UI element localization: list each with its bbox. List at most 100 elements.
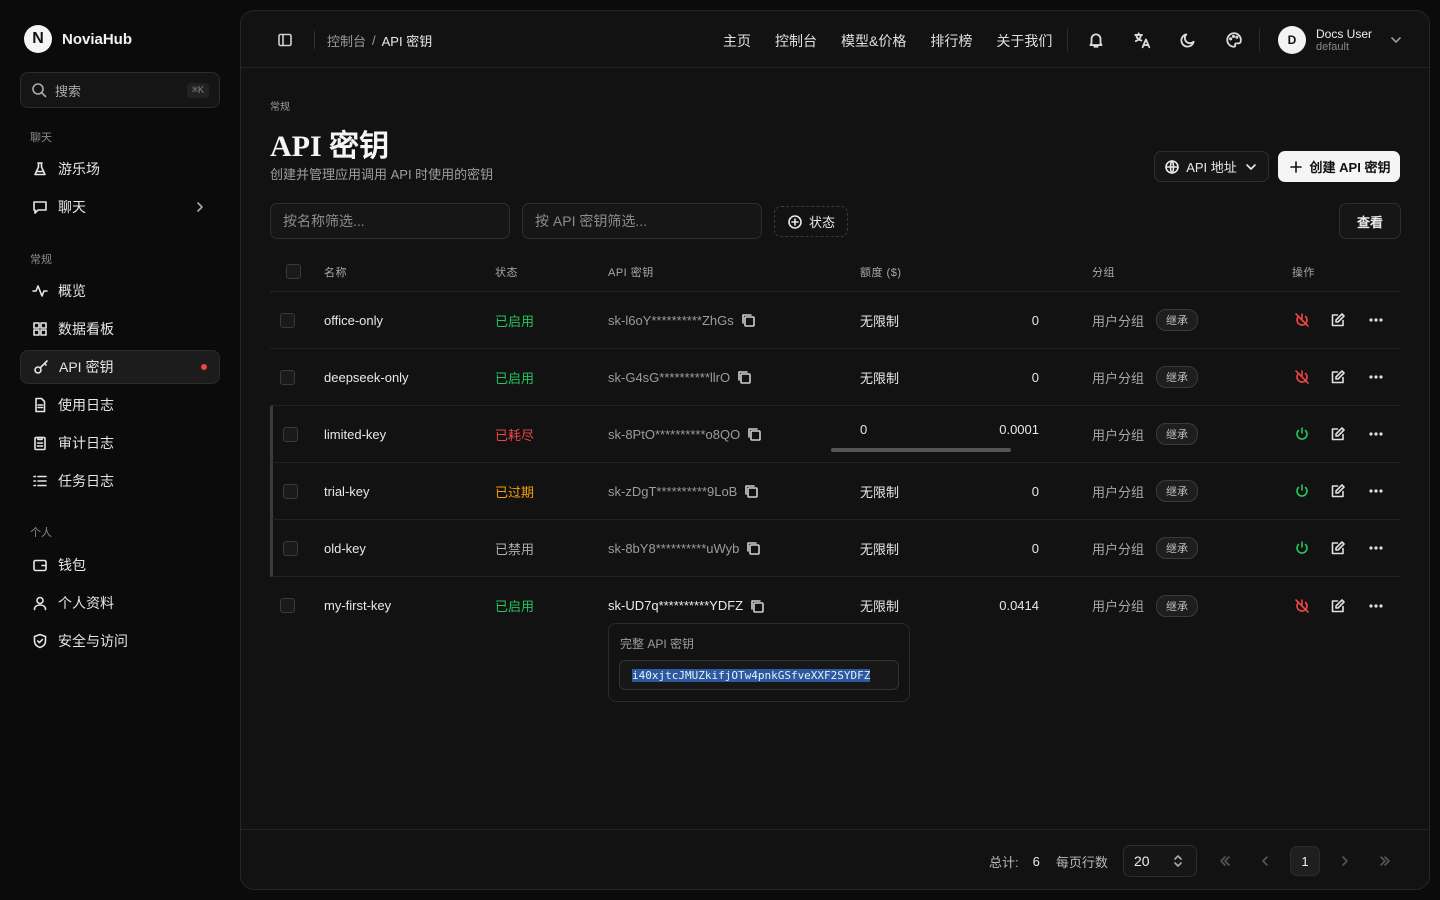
prev-page-button[interactable] [1250,846,1280,876]
sidebar-item-label: 个人资料 [58,595,114,611]
api-address-button[interactable]: API 地址 [1154,151,1269,182]
sidebar-toggle-icon[interactable] [277,32,293,48]
topnav-leaderboard[interactable]: 排行榜 [930,31,972,51]
row-checkbox[interactable] [283,540,298,556]
header-status[interactable]: 状态 [495,252,518,291]
sidebar-item-playground[interactable]: 游乐场 [20,152,220,186]
api-key-masked[interactable]: sk-8bY8**********uWyb [608,541,739,556]
edit-button[interactable] [1330,292,1346,348]
row-checkbox[interactable] [280,598,295,613]
inherit-badge: 继承 [1156,480,1199,502]
search-input[interactable]: 搜索 ⌘K [20,72,220,108]
user-menu[interactable]: D Docs User default [1278,26,1404,54]
translate-icon[interactable] [1133,31,1151,49]
group-label: 用户分组 [1092,484,1145,500]
sidebar-item-audit-logs[interactable]: 审计日志 [20,426,220,460]
brand[interactable]: N NoviaHub [24,25,132,53]
api-key-masked[interactable]: sk-G4sG**********llrO [608,370,730,385]
status-badge: 已耗尽 [495,427,535,443]
next-page-button[interactable] [1330,846,1360,876]
select-all-checkbox[interactable] [286,264,301,279]
user-role: default [1316,41,1350,53]
sidebar-item-wallet[interactable]: 钱包 [20,548,220,582]
enable-button[interactable] [1294,463,1310,519]
more-button[interactable] [1368,463,1384,519]
disable-button[interactable] [1294,577,1310,634]
palette-icon[interactable] [1225,31,1243,49]
view-button[interactable]: 查看 [1339,203,1401,239]
key-name: trial-key [324,483,370,499]
topnav-console[interactable]: 控制台 [775,31,817,51]
sidebar-item-overview[interactable]: 概览 [20,274,220,308]
enable-button[interactable] [1294,520,1310,576]
header-group: 分组 [1092,266,1115,279]
more-button[interactable] [1368,577,1384,634]
copy-icon[interactable] [743,483,759,499]
power-off-icon [1294,312,1310,328]
row-checkbox[interactable] [280,369,295,385]
topnav-home[interactable]: 主页 [723,31,751,51]
row-checkbox[interactable] [283,483,298,499]
rows-per-page-select[interactable]: 20 [1123,845,1197,877]
header-quota[interactable]: 额度 ($) [860,252,902,291]
enable-button[interactable] [1294,406,1310,462]
sidebar-item-usage-logs[interactable]: 使用日志 [20,388,220,422]
filter-key-input[interactable]: 按 API 密钥筛选... [522,203,762,239]
create-api-key-button[interactable]: 创建 API 密钥 [1278,151,1400,182]
topnav-models-pricing[interactable]: 模型&价格 [841,31,906,51]
edit-button[interactable] [1330,463,1346,519]
api-key-masked[interactable]: sk-zDgT**********9LoB [608,484,737,499]
sidebar-item-task-logs[interactable]: 任务日志 [20,464,220,498]
copy-icon[interactable] [740,312,756,328]
page-button-current[interactable]: 1 [1290,846,1320,876]
sidebar-item-label: 聊天 [58,199,86,215]
row-checkbox[interactable] [280,312,295,328]
api-key-cell: sk-8bY8**********uWyb [608,520,761,576]
copy-icon[interactable] [749,598,765,614]
bell-icon[interactable] [1087,31,1105,49]
sidebar-item-label: API 密钥 [59,359,114,375]
more-button[interactable] [1368,292,1384,348]
group-label: 用户分组 [1092,541,1145,557]
edit-button[interactable] [1330,520,1346,576]
last-page-button[interactable] [1370,846,1400,876]
api-key-masked[interactable]: sk-l6oY**********ZhGs [608,313,734,328]
breadcrumb-parent[interactable]: 控制台 [327,31,366,50]
disable-button[interactable] [1294,292,1310,348]
api-key-cell: sk-8PtO**********o8QO [608,406,762,462]
status-badge: 已启用 [495,313,535,329]
sidebar-item-chat[interactable]: 聊天 [20,190,220,224]
full-key-value[interactable]: i40xjtcJMUZkifjOTw4pnkGSfveXXF2SYDFZ [632,668,871,682]
more-button[interactable] [1368,406,1384,462]
header-name[interactable]: 名称 [324,252,347,291]
api-key-cell: sk-l6oY**********ZhGs [608,292,756,348]
api-key-masked[interactable]: sk-UD7q**********YDFZ [608,598,743,613]
sidebar-item-security[interactable]: 安全与访问 [20,624,220,658]
full-key-field[interactable]: i40xjtcJMUZkifjOTw4pnkGSfveXXF2SYDFZ [619,660,899,690]
edit-button[interactable] [1330,406,1346,462]
search-placeholder: 搜索 [55,83,82,99]
api-key-masked[interactable]: sk-8PtO**********o8QO [608,427,740,442]
group-label: 用户分组 [1092,313,1145,329]
row-checkbox[interactable] [283,426,298,442]
copy-icon[interactable] [745,540,761,556]
more-button[interactable] [1368,349,1384,405]
inherit-badge: 继承 [1156,537,1199,559]
filter-name-input[interactable]: 按名称筛选... [270,203,510,239]
status-filter-button[interactable]: 状态 [774,206,848,237]
moon-icon[interactable] [1179,31,1197,49]
power-icon [1294,426,1310,442]
edit-button[interactable] [1330,577,1346,634]
sidebar-item-dashboard[interactable]: 数据看板 [20,312,220,346]
edit-button[interactable] [1330,349,1346,405]
disable-button[interactable] [1294,349,1310,405]
first-page-button[interactable] [1210,846,1240,876]
sidebar-item-api-keys[interactable]: API 密钥 [20,350,220,384]
section-title-general: 常规 [30,254,52,266]
more-button[interactable] [1368,520,1384,576]
copy-icon[interactable] [746,426,762,442]
copy-icon[interactable] [736,369,752,385]
topnav-about[interactable]: 关于我们 [996,31,1052,51]
group-cell: 用户分组 继承 [1092,349,1199,405]
sidebar-item-profile[interactable]: 个人资料 [20,586,220,620]
